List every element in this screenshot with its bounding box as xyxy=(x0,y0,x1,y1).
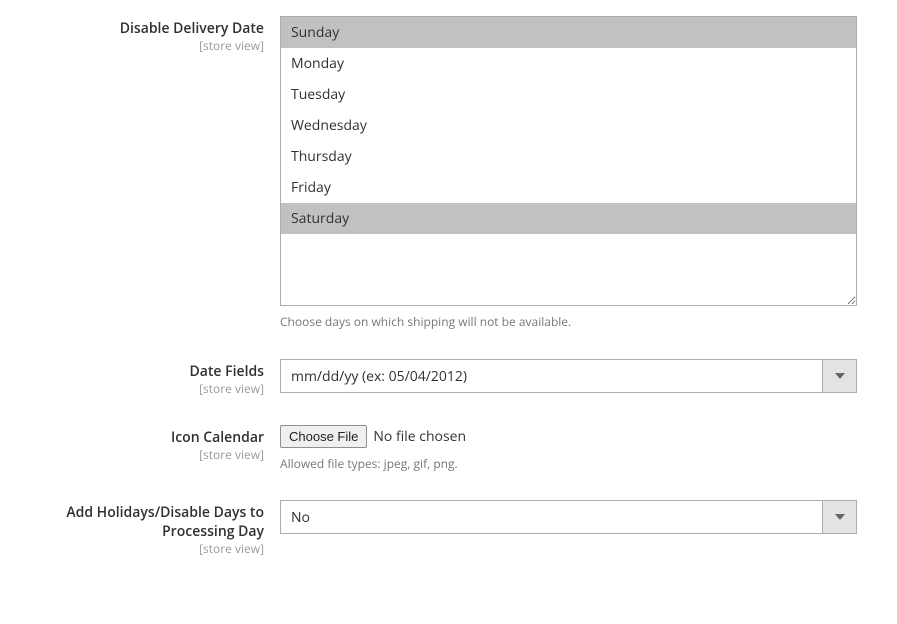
field-label: Icon Calendar xyxy=(40,429,264,447)
multiselect-option[interactable]: Thursday xyxy=(281,141,856,172)
chevron-down-icon xyxy=(822,501,856,533)
multiselect-option[interactable]: Friday xyxy=(281,172,856,203)
input-column: No xyxy=(280,500,857,534)
field-icon-calendar: Icon Calendar [store view] Choose File N… xyxy=(40,425,857,473)
label-column: Icon Calendar [store view] xyxy=(40,425,280,463)
multiselect-option[interactable]: Saturday xyxy=(281,203,856,234)
field-date-fields: Date Fields [store view] mm/dd/yy (ex: 0… xyxy=(40,359,857,397)
chevron-down-icon xyxy=(822,360,856,392)
select-value: mm/dd/yy (ex: 05/04/2012) xyxy=(281,360,822,392)
scope-label: [store view] xyxy=(40,447,264,463)
field-label: Disable Delivery Date xyxy=(40,20,264,38)
add-holidays-select[interactable]: No xyxy=(280,500,857,534)
input-column: mm/dd/yy (ex: 05/04/2012) xyxy=(280,359,857,393)
date-fields-select[interactable]: mm/dd/yy (ex: 05/04/2012) xyxy=(280,359,857,393)
file-status-text: No file chosen xyxy=(373,427,466,446)
label-column: Disable Delivery Date [store view] xyxy=(40,16,280,54)
multiselect-option[interactable]: Tuesday xyxy=(281,79,856,110)
field-disable-delivery-date: Disable Delivery Date [store view] Sunda… xyxy=(40,16,857,331)
field-label: Date Fields xyxy=(40,363,264,381)
scope-label: [store view] xyxy=(40,38,264,54)
multiselect-option[interactable]: Monday xyxy=(281,48,856,79)
file-input-row: Choose File No file chosen xyxy=(280,425,857,448)
input-column: Choose File No file chosen Allowed file … xyxy=(280,425,857,473)
field-label: Add Holidays/Disable Days to Processing … xyxy=(40,504,264,540)
multiselect-option[interactable]: Sunday xyxy=(281,17,856,48)
multiselect-option[interactable]: Wednesday xyxy=(281,110,856,141)
field-add-holidays: Add Holidays/Disable Days to Processing … xyxy=(40,500,857,556)
select-value: No xyxy=(281,501,822,533)
label-column: Date Fields [store view] xyxy=(40,359,280,397)
scope-label: [store view] xyxy=(40,541,264,557)
scope-label: [store view] xyxy=(40,381,264,397)
disable-delivery-multiselect[interactable]: SundayMondayTuesdayWednesdayThursdayFrid… xyxy=(280,16,857,306)
input-column: SundayMondayTuesdayWednesdayThursdayFrid… xyxy=(280,16,857,331)
help-text: Allowed file types: jpeg, gif, png. xyxy=(280,456,857,473)
help-text: Choose days on which shipping will not b… xyxy=(280,314,857,331)
choose-file-button[interactable]: Choose File xyxy=(280,425,367,448)
label-column: Add Holidays/Disable Days to Processing … xyxy=(40,500,280,556)
